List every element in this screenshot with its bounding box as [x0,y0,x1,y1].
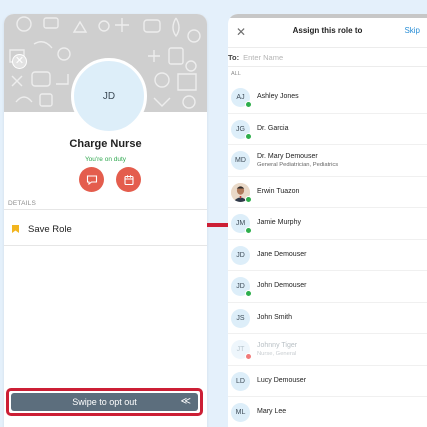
recipient-row: To: [228,47,427,67]
contact-name: Dr. Mary Demouser [257,153,318,160]
contact-name: Ashley Jones [257,93,299,100]
bookmark-icon [12,225,19,233]
do-not-disturb-status-icon [245,353,252,360]
avatar: LD [231,371,250,391]
flow-connector-line [207,223,228,227]
save-role-label: Save Role [28,223,72,235]
recipient-search-input[interactable] [243,52,404,62]
contact-name: John Smith [257,313,293,321]
contact-row[interactable]: JS John Smith [228,303,427,334]
double-chevron-left-icon: ≪ [180,396,191,407]
divider [4,209,207,210]
avatar: ML [231,403,250,422]
contact-row[interactable]: JD Jane Demouser [228,240,427,271]
online-status-icon [245,195,252,203]
schedule-button[interactable] [116,167,141,192]
message-button[interactable] [79,167,104,192]
contact-name: Lucy Demouser [257,376,307,384]
contact-name: Dr. Garcia [257,124,289,132]
duty-status: You're on duty [84,156,127,163]
save-role-row[interactable]: Save Role [4,215,207,243]
online-status-icon [245,101,252,108]
contact-row[interactable]: ML Mary Lee [228,397,427,427]
contact-name: Johnny Tiger [257,342,298,349]
contact-subtitle: General Pediatrician, Pediatrics [257,162,339,168]
calendar-icon [123,174,134,185]
role-card-screen: ✕ JD Charge Nurse You're on duty DETAILS… [4,14,207,427]
contact-name: John Demouser [257,282,307,289]
contact-row[interactable]: LD Lucy Demouser [228,366,427,397]
contact-row[interactable]: JD John Demouser [228,271,427,303]
contact-name: Jamie Murphy [257,219,301,226]
role-title: Charge Nurse [69,138,142,150]
background-strip [228,14,427,18]
to-label: To: [228,52,240,62]
online-status-icon [245,132,252,140]
contact-row[interactable]: MD Dr. Mary Demouser General Pediatricia… [228,145,427,177]
contact-name: Erwin Tuazon [257,187,300,195]
divider [4,245,207,246]
contact-name: Mary Lee [257,408,287,415]
avatar: MD [231,151,250,170]
details-section-label: DETAILS [8,200,37,207]
role-avatar: JD [71,58,147,134]
swipe-label: Swipe to opt out [72,397,137,407]
online-status-icon [245,227,252,234]
contact-list: AJ Ashley Jones JG Dr. Garcia MD Dr. Mar… [228,82,427,427]
contact-row[interactable]: JG Dr. Garcia [228,114,427,145]
contact-subtitle: Nurse, General [257,351,297,357]
close-icon[interactable]: ✕ [12,54,27,69]
contact-row-unavailable[interactable]: JT Johnny Tiger Nurse, General [228,334,427,366]
nav-title: Assign this role to [292,26,363,35]
contact-row[interactable]: JM Jamie Murphy [228,208,427,240]
avatar: JS [231,308,250,328]
contact-row[interactable]: Erwin Tuazon [228,177,427,208]
swipe-to-opt-out-slider[interactable]: Swipe to opt out ≪ [11,393,198,411]
assign-role-screen: Assign this role to ✕ Skip To: ALL AJ As… [228,14,427,427]
contact-name: Jane Demouser [257,250,307,258]
skip-button[interactable]: Skip [404,26,420,35]
all-section-label: ALL [231,71,241,77]
avatar: JD [231,245,250,265]
contact-row[interactable]: AJ Ashley Jones [228,82,427,114]
chat-bubble-icon [86,174,97,185]
online-status-icon [245,290,252,297]
close-icon[interactable]: ✕ [236,25,246,39]
